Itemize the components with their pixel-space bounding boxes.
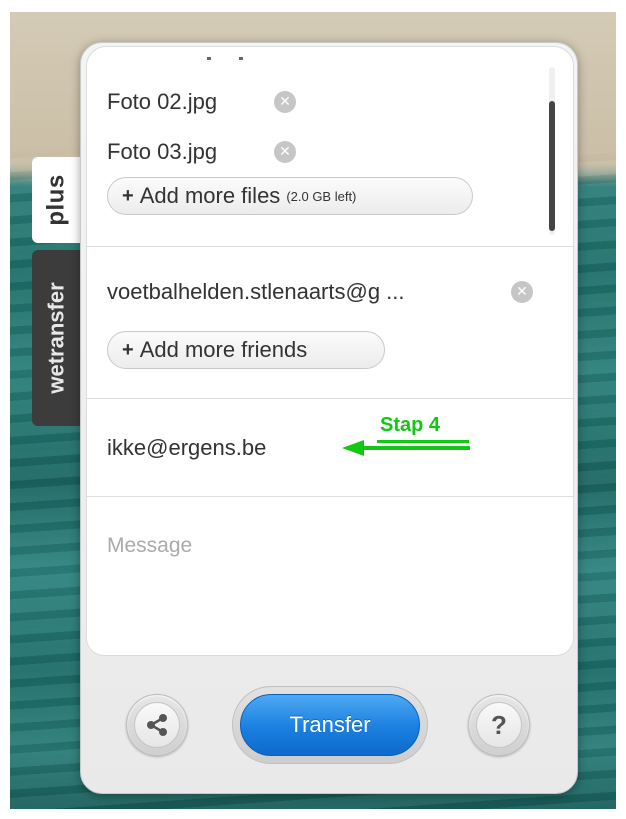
transfer-form: Foto 02.jpg ✕ Foto 03.jpg ✕ + Add more f… — [86, 46, 574, 656]
files-scrollbar-thumb[interactable] — [549, 101, 555, 231]
sender-email-section[interactable]: ikke@ergens.be — [87, 399, 573, 497]
close-circle-icon[interactable]: ✕ — [274, 141, 296, 163]
partial-file-row — [207, 57, 247, 61]
transfer-button[interactable]: Transfer — [240, 694, 420, 756]
plus-icon: + — [122, 338, 134, 361]
space-left-label: (2.0 GB left) — [286, 188, 357, 204]
annotation-label: Stap 4 — [380, 414, 441, 436]
help-button-face: ? — [476, 702, 522, 748]
file-name: Foto 03.jpg — [107, 139, 218, 164]
help-button[interactable]: ? — [468, 694, 530, 756]
add-more-files-button[interactable]: + Add more files (2.0 GB left) — [107, 177, 473, 215]
close-circle-icon[interactable]: ✕ — [274, 91, 296, 113]
share-icon — [147, 714, 167, 736]
add-more-files-label: Add more files — [139, 183, 281, 208]
files-section: Foto 02.jpg ✕ Foto 03.jpg ✕ + Add more f… — [87, 47, 573, 247]
message-input[interactable] — [107, 531, 547, 561]
tab-plus[interactable]: plus — [32, 157, 82, 243]
friends-section: voetbalhelden.stlenaarts@g ... ✕ + Add m… — [87, 247, 573, 399]
tab-wetransfer-label: wetransfer — [44, 282, 69, 394]
message-section — [87, 497, 573, 655]
annotation-arrow-icon — [342, 440, 470, 456]
tab-plus-label: plus — [43, 174, 70, 226]
file-name: Foto 02.jpg — [107, 89, 218, 114]
close-circle-icon[interactable]: ✕ — [511, 281, 533, 303]
plus-icon: + — [122, 184, 134, 207]
add-more-friends-label: Add more friends — [139, 337, 308, 362]
tab-wetransfer[interactable]: wetransfer — [32, 250, 82, 426]
share-button[interactable] — [126, 694, 188, 756]
add-more-friends-button[interactable]: + Add more friends — [107, 331, 385, 369]
share-button-face — [134, 702, 180, 748]
friend-email: voetbalhelden.stlenaarts@g ... — [107, 279, 405, 304]
sender-email[interactable]: ikke@ergens.be — [107, 435, 266, 461]
help-icon: ? — [491, 709, 507, 740]
